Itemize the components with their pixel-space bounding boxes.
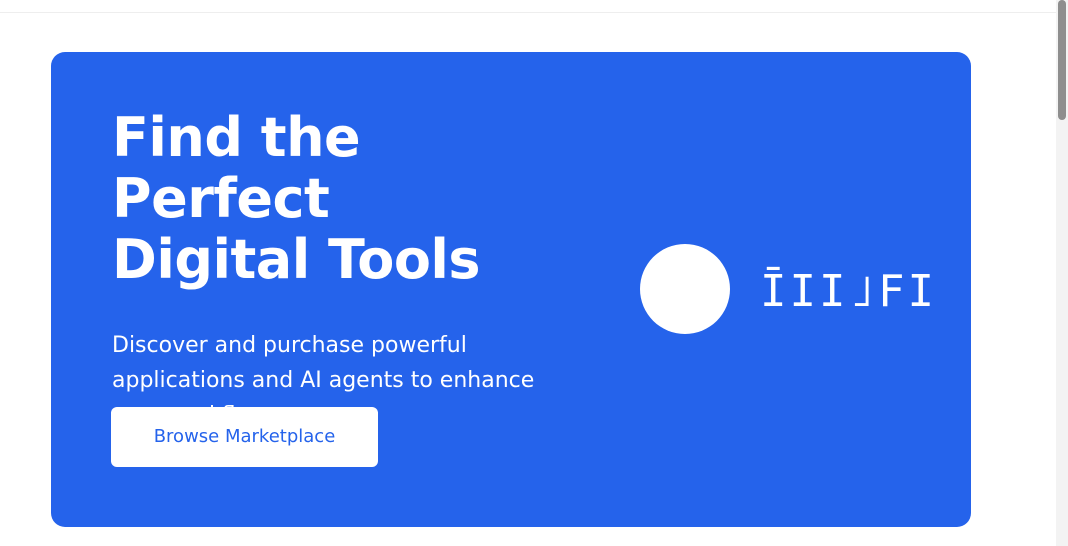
hero-copy: Find the Perfect Digital Tools Discover …: [112, 107, 592, 433]
browse-marketplace-button[interactable]: Browse Marketplace: [111, 407, 378, 467]
brand-circle-icon: [640, 244, 730, 334]
scrollbar-thumb[interactable]: [1058, 0, 1066, 120]
top-border: [0, 0, 1056, 13]
scrollbar-track[interactable]: [1056, 0, 1068, 546]
brand-wordmark: ĪII˩FI: [760, 266, 937, 317]
hero-banner: Find the Perfect Digital Tools Discover …: [51, 52, 971, 527]
hero-title: Find the Perfect Digital Tools: [112, 106, 481, 291]
